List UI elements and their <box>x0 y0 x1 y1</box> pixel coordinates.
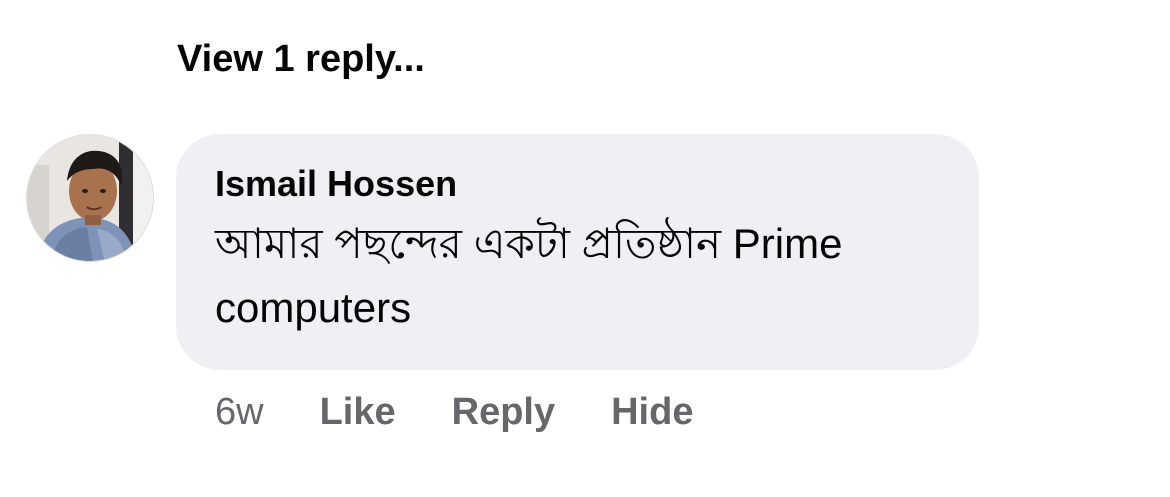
comment-actions: 6w Like Reply Hide <box>215 388 693 436</box>
user-photo-avatar-icon <box>27 135 153 261</box>
comment-author-name[interactable]: Ismail Hossen <box>215 162 949 206</box>
hide-button[interactable]: Hide <box>611 391 693 434</box>
comment-text: আমার পছন্দের একটা প্রতিষ্ঠান Prime compu… <box>215 220 843 331</box>
view-replies-link[interactable]: View 1 reply... <box>177 36 425 82</box>
avatar[interactable] <box>26 134 154 262</box>
reply-button[interactable]: Reply <box>452 391 555 434</box>
comment-bubble: Ismail Hossen আমার পছন্দের একটা প্রতিষ্ঠ… <box>176 134 979 370</box>
comment-timestamp[interactable]: 6w <box>215 391 264 434</box>
like-button[interactable]: Like <box>320 391 396 434</box>
